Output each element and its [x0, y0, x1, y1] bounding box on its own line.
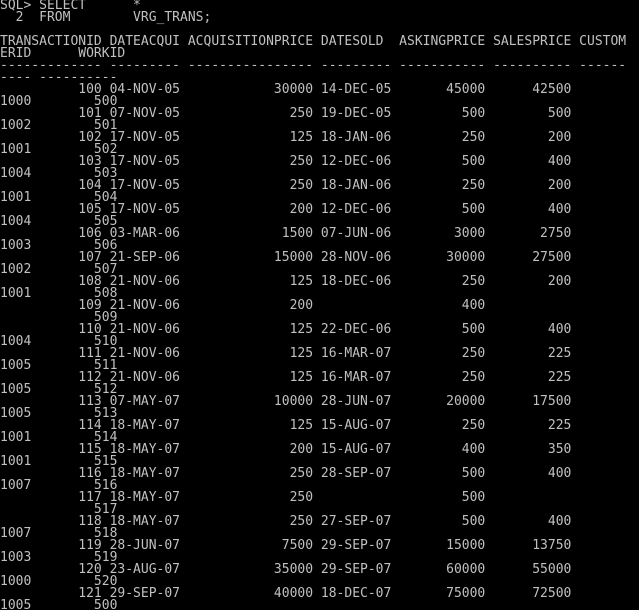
sql-from-line: 2 FROM VRG_TRANS; [0, 10, 212, 25]
sql-console-output[interactable]: SQL> SELECT * 2 FROM VRG_TRANS; TRANSACT… [0, 0, 639, 610]
result-row-wrap-line: 1005 500 [0, 598, 118, 610]
